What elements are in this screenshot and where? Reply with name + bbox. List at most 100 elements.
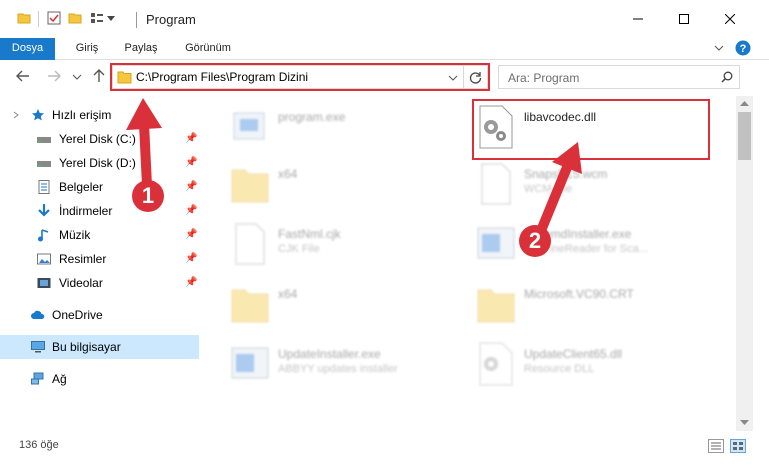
pin-icon[interactable]: 📌	[185, 253, 197, 264]
maximize-button[interactable]	[661, 0, 707, 38]
drive-icon	[37, 161, 51, 167]
exe-icon	[233, 112, 265, 140]
search-placeholder: Ara: Program	[508, 71, 580, 85]
step-2-badge: 2	[519, 225, 551, 257]
folder-icon	[231, 289, 269, 323]
folder-item[interactable]: x64	[230, 282, 470, 336]
file-item[interactable]: program.exe	[230, 105, 470, 159]
tab-view[interactable]: Görünüm	[178, 38, 238, 60]
search-box[interactable]: Ara: Program	[498, 65, 740, 89]
pin-icon[interactable]: 📌	[185, 229, 197, 240]
file-highlight-box	[472, 99, 710, 160]
minimize-button[interactable]	[615, 0, 661, 38]
file-name: x64	[278, 167, 298, 181]
nav-label: İndirmeler	[59, 204, 113, 218]
file-name: FastNml.cjk	[278, 227, 341, 241]
tab-home[interactable]: Giriş	[67, 38, 107, 60]
file-name: program.exe	[278, 110, 346, 124]
drive-icon	[37, 137, 51, 143]
star-icon	[32, 109, 44, 121]
scroll-down-icon[interactable]	[740, 420, 749, 426]
videos-icon	[37, 278, 51, 288]
file-type: CJK File	[278, 243, 320, 255]
chevron-down-icon[interactable]	[107, 16, 115, 22]
title-bar: Program	[0, 0, 769, 38]
maximize-icon	[679, 14, 689, 24]
document-icon	[481, 163, 511, 205]
nav-label: Müzik	[59, 228, 91, 242]
expand-arrow-icon[interactable]	[9, 108, 23, 122]
pictures-icon	[37, 253, 51, 265]
up-icon[interactable]	[90, 67, 108, 85]
nav-label: Ağ	[52, 372, 67, 386]
nav-label: OneDrive	[52, 308, 103, 322]
search-icon[interactable]	[721, 71, 733, 83]
forward-icon[interactable]	[45, 67, 63, 85]
step-1-badge: 1	[132, 180, 164, 212]
folder-icon	[231, 169, 269, 203]
file-item[interactable]: UpdateClient65.dll Resource DLL	[476, 342, 716, 396]
scroll-up-icon[interactable]	[740, 100, 749, 106]
file-item[interactable]: SnapsP15.wcm WCM File	[476, 162, 716, 216]
pin-icon[interactable]: 📌	[185, 205, 197, 216]
help-icon[interactable]: ?	[735, 40, 751, 56]
vertical-scrollbar[interactable]	[736, 96, 753, 431]
recent-locations-icon[interactable]	[72, 73, 82, 81]
details-view-icon[interactable]	[708, 439, 724, 453]
nav-item-onedrive[interactable]: OneDrive	[0, 303, 199, 327]
installer-icon	[231, 347, 269, 379]
file-type: Resource DLL	[524, 363, 595, 375]
folder-item[interactable]: Microsoft.VC90.CRT	[476, 282, 716, 336]
ribbon-expand-icon[interactable]	[714, 44, 724, 52]
large-icons-view-icon[interactable]	[730, 439, 746, 453]
nav-label: Resimler	[59, 252, 107, 266]
installer-icon	[477, 227, 515, 259]
close-button[interactable]	[707, 0, 753, 38]
new-folder-icon[interactable]	[68, 11, 82, 25]
nav-item-this-pc[interactable]: Bu bilgisayar	[0, 335, 199, 359]
nav-item-music[interactable]: Müzik 📌	[0, 223, 199, 247]
nav-item-videos[interactable]: Videolar 📌	[0, 271, 199, 295]
nav-item-network[interactable]: Ağ	[0, 367, 199, 391]
folder-icon	[17, 13, 31, 24]
tab-share[interactable]: Paylaş	[117, 38, 165, 60]
file-item[interactable]: FastNml.cjk CJK File	[230, 222, 470, 276]
scrollbar-thumb[interactable]	[738, 112, 751, 160]
view-options-icon[interactable]	[90, 11, 104, 25]
file-name: UpdateInstaller.exe	[278, 347, 381, 361]
nav-label: Belgeler	[59, 180, 104, 194]
title-separator	[136, 12, 137, 28]
file-name: UpdateClient65.dll	[524, 347, 623, 361]
downloads-icon	[38, 204, 50, 217]
pin-icon[interactable]: 📌	[185, 157, 197, 168]
pin-icon[interactable]: 📌	[185, 277, 197, 288]
nav-label: Hızlı erişim	[52, 108, 112, 122]
svg-text:?: ?	[740, 43, 747, 55]
nav-label: Bu bilgisayar	[52, 340, 121, 354]
file-name: Microsoft.VC90.CRT	[524, 287, 634, 301]
documents-icon	[38, 180, 50, 194]
pin-icon[interactable]: 📌	[185, 133, 197, 144]
ribbon: Dosya Giriş Paylaş Görünüm ?	[0, 38, 769, 60]
nav-item-pictures[interactable]: Resimler 📌	[0, 247, 199, 271]
window-title: Program	[146, 12, 196, 27]
computer-icon	[31, 341, 45, 353]
dll-gear-icon	[479, 342, 513, 386]
close-icon	[725, 14, 735, 24]
file-name: x64	[278, 287, 298, 301]
file-item[interactable]: ...ammdInstaller.exe ...Y FineReader for…	[476, 222, 716, 276]
file-item[interactable]: UpdateInstaller.exe ABBYY updates instal…	[230, 342, 470, 396]
music-icon	[38, 229, 49, 242]
document-icon	[235, 223, 265, 265]
status-bar: 136 öğe	[0, 431, 769, 461]
properties-icon[interactable]	[47, 11, 61, 25]
pin-icon[interactable]: 📌	[185, 181, 197, 192]
back-icon[interactable]	[14, 67, 32, 85]
network-icon	[31, 372, 44, 385]
cloud-icon	[31, 310, 45, 319]
tab-file[interactable]: Dosya	[0, 38, 55, 60]
minimize-icon	[633, 18, 643, 20]
nav-label: Videolar	[59, 276, 103, 290]
file-type: ABBYY updates installer	[278, 363, 398, 375]
folder-item[interactable]: x64	[230, 162, 470, 216]
